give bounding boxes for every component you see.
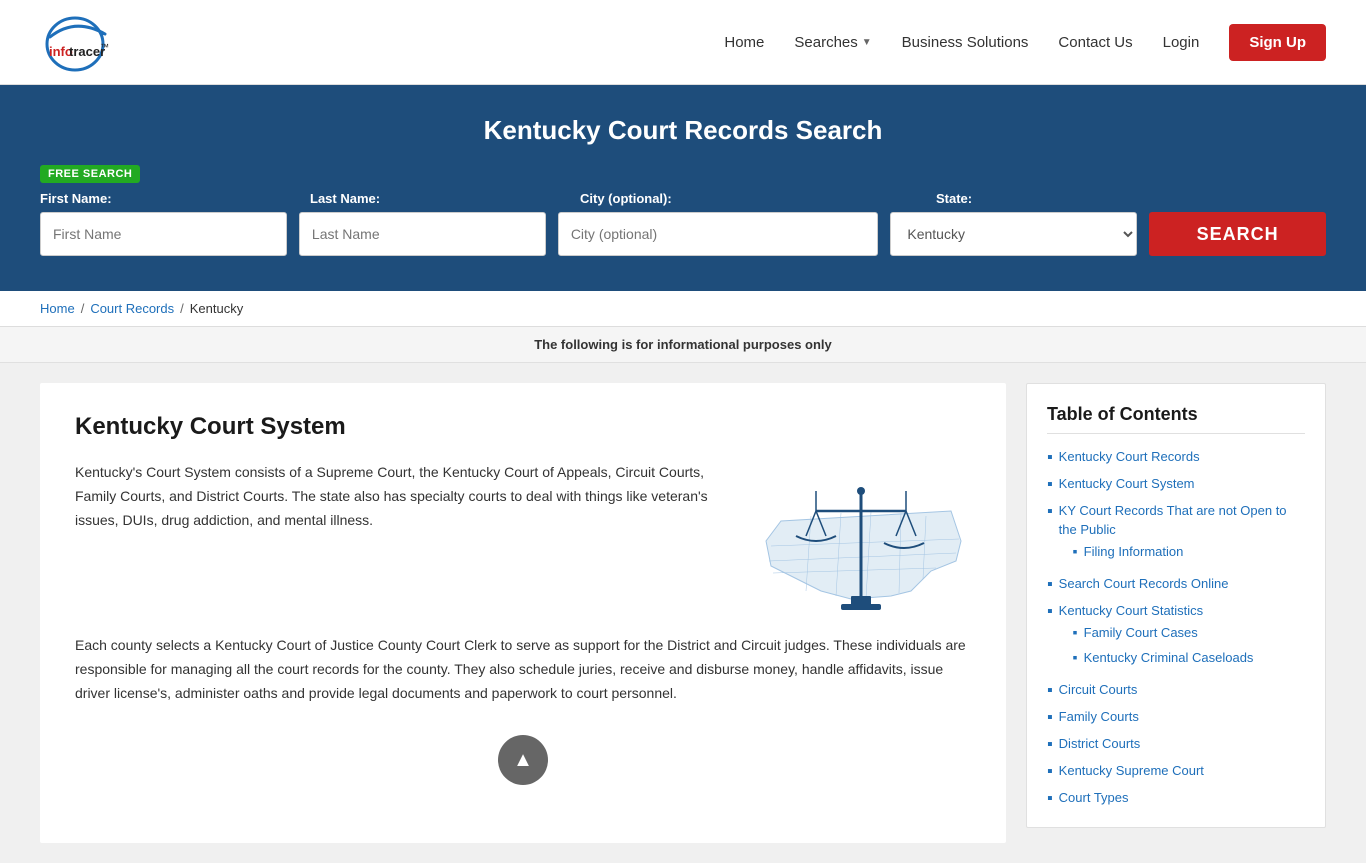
free-search-badge: FREE SEARCH	[40, 165, 140, 183]
city-label: City (optional):	[580, 191, 924, 206]
first-name-input[interactable]	[40, 212, 287, 256]
toc-bullet-7: ▪	[1047, 708, 1053, 727]
toc-link-5[interactable]: Kentucky Court Statistics	[1059, 603, 1204, 618]
toc-item-7: ▪ Family Courts	[1047, 708, 1305, 727]
logo-icon: info tracer ™	[40, 12, 110, 72]
article-heading: Kentucky Court System	[75, 413, 971, 441]
nav-contact-us[interactable]: Contact Us	[1058, 34, 1132, 51]
toc-link-1[interactable]: Kentucky Court Records	[1059, 448, 1200, 466]
toc-sub-link-5-2[interactable]: Kentucky Criminal Caseloads	[1084, 649, 1254, 667]
toc-link-10[interactable]: Court Types	[1059, 789, 1129, 807]
toc-link-4[interactable]: Search Court Records Online	[1059, 575, 1229, 593]
main-nav: Home Searches ▼ Business Solutions Conta…	[724, 24, 1326, 61]
info-bar: The following is for informational purpo…	[0, 327, 1366, 363]
nav-signup[interactable]: Sign Up	[1229, 24, 1326, 61]
nav-home[interactable]: Home	[724, 34, 764, 51]
page-header: info tracer ™ Home Searches ▼ Business S…	[0, 0, 1366, 85]
nav-business-solutions[interactable]: Business Solutions	[902, 34, 1029, 51]
toc-link-2[interactable]: Kentucky Court System	[1059, 475, 1195, 493]
first-name-label: First Name:	[40, 191, 298, 206]
toc-sub-item-3-1: ▪ Filing Information	[1073, 543, 1305, 561]
article-intro-text: Kentucky's Court System consists of a Su…	[75, 461, 731, 552]
toc-bullet-10: ▪	[1047, 789, 1053, 808]
toc-sub-item-5-2: ▪ Kentucky Criminal Caseloads	[1073, 649, 1254, 667]
scroll-top-button[interactable]: ▲	[498, 735, 548, 785]
searches-chevron-icon: ▼	[862, 37, 872, 48]
toc-link-7[interactable]: Family Courts	[1059, 708, 1139, 726]
breadcrumb-current: Kentucky	[190, 301, 243, 316]
state-select[interactable]: Kentucky	[890, 212, 1137, 256]
breadcrumb-sep-2: /	[180, 301, 184, 316]
toc-bullet-4: ▪	[1047, 575, 1053, 594]
breadcrumb: Home / Court Records / Kentucky	[0, 291, 1366, 327]
toc-item-10: ▪ Court Types	[1047, 789, 1305, 808]
toc-title: Table of Contents	[1047, 404, 1305, 434]
toc-bullet-6: ▪	[1047, 681, 1053, 700]
search-form-row: Kentucky SEARCH	[40, 212, 1326, 256]
search-button[interactable]: SEARCH	[1149, 212, 1326, 256]
last-name-label: Last Name:	[310, 191, 568, 206]
svg-text:™: ™	[100, 42, 109, 52]
article-intro: Kentucky's Court System consists of a Su…	[75, 461, 971, 634]
article-para-1: Kentucky's Court System consists of a Su…	[75, 461, 731, 532]
breadcrumb-sep-1: /	[81, 301, 85, 316]
toc-bullet-3: ▪	[1047, 502, 1053, 521]
last-name-input[interactable]	[299, 212, 546, 256]
toc-list: ▪ Kentucky Court Records ▪ Kentucky Cour…	[1047, 448, 1305, 809]
toc-sub-5: ▪ Family Court Cases ▪ Kentucky Criminal…	[1059, 624, 1254, 666]
toc-item-3: ▪ KY Court Records That are not Open to …	[1047, 502, 1305, 567]
toc-item-4: ▪ Search Court Records Online	[1047, 575, 1305, 594]
info-bar-text: The following is for informational purpo…	[534, 337, 832, 352]
toc-bullet-1: ▪	[1047, 448, 1053, 467]
toc-sub-item-5-1: ▪ Family Court Cases	[1073, 624, 1254, 642]
article-para-2: Each county selects a Kentucky Court of …	[75, 634, 971, 705]
toc-bullet-8: ▪	[1047, 735, 1053, 754]
breadcrumb-court-records[interactable]: Court Records	[90, 301, 174, 316]
logo[interactable]: info tracer ™	[40, 12, 110, 72]
toc-bullet-5: ▪	[1047, 602, 1053, 621]
toc-sub-bullet-5-2: ▪	[1073, 649, 1078, 666]
main-content: Kentucky Court System Kentucky's Court S…	[0, 363, 1366, 863]
nav-login[interactable]: Login	[1163, 34, 1200, 51]
toc-sub-bullet-5-1: ▪	[1073, 624, 1078, 641]
toc-bullet-2: ▪	[1047, 475, 1053, 494]
banner-title: Kentucky Court Records Search	[40, 115, 1326, 146]
article-image	[751, 461, 971, 634]
toc-link-8[interactable]: District Courts	[1059, 735, 1141, 753]
toc-item-1: ▪ Kentucky Court Records	[1047, 448, 1305, 467]
toc-sub-link-3-1[interactable]: Filing Information	[1084, 543, 1184, 561]
toc-item-8: ▪ District Courts	[1047, 735, 1305, 754]
search-banner: Kentucky Court Records Search FREE SEARC…	[0, 85, 1366, 291]
toc-item-5: ▪ Kentucky Court Statistics ▪ Family Cou…	[1047, 602, 1305, 673]
toc-sub-3: ▪ Filing Information	[1059, 543, 1305, 561]
toc-link-9[interactable]: Kentucky Supreme Court	[1059, 762, 1204, 780]
state-label: State:	[936, 191, 1194, 206]
breadcrumb-home[interactable]: Home	[40, 301, 75, 316]
toc-bullet-9: ▪	[1047, 762, 1053, 781]
toc-box: Table of Contents ▪ Kentucky Court Recor…	[1026, 383, 1326, 828]
toc-sub-bullet-3-1: ▪	[1073, 543, 1078, 560]
toc-sub-link-5-1[interactable]: Family Court Cases	[1084, 624, 1198, 642]
nav-searches[interactable]: Searches ▼	[794, 34, 871, 51]
toc-link-3[interactable]: KY Court Records That are not Open to th…	[1059, 503, 1287, 536]
toc-link-6[interactable]: Circuit Courts	[1059, 681, 1138, 699]
sidebar: Table of Contents ▪ Kentucky Court Recor…	[1026, 383, 1326, 843]
search-form-labels: First Name: Last Name: City (optional): …	[40, 191, 1326, 206]
article: Kentucky Court System Kentucky's Court S…	[40, 383, 1006, 843]
toc-item-9: ▪ Kentucky Supreme Court	[1047, 762, 1305, 781]
scales-icon	[751, 461, 971, 631]
toc-item-6: ▪ Circuit Courts	[1047, 681, 1305, 700]
toc-item-2: ▪ Kentucky Court System	[1047, 475, 1305, 494]
city-input[interactable]	[558, 212, 879, 256]
